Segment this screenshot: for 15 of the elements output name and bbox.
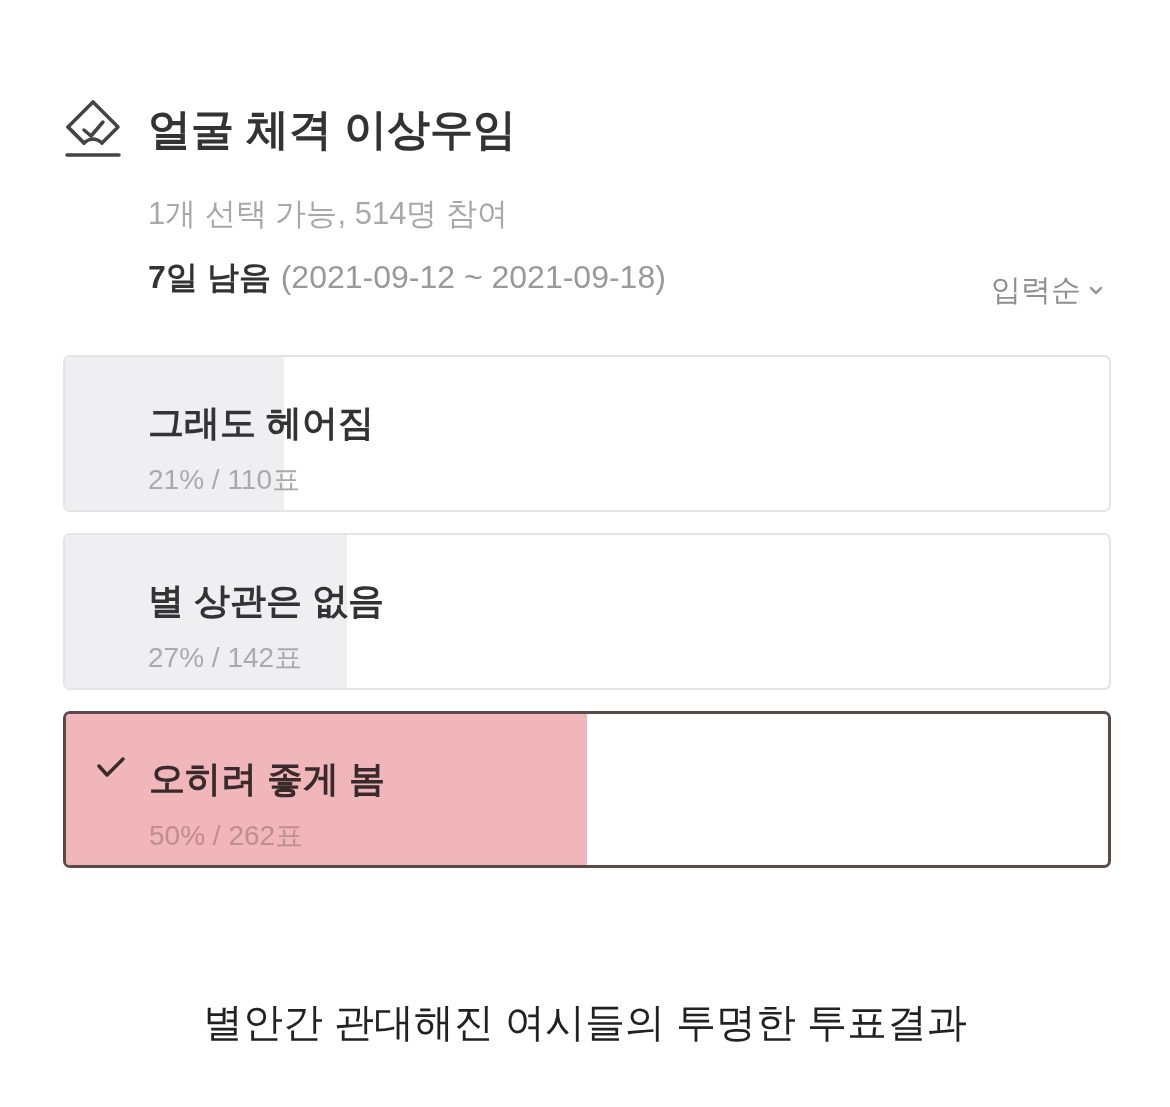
remaining-days: 7일 남음: [148, 256, 271, 298]
option-label: 그래도 헤어짐: [148, 401, 374, 445]
chevron-down-icon: [1089, 285, 1103, 295]
poll-title: 얼굴 체격 이상우임: [148, 104, 516, 155]
caption-text: 별안간 관대해진 여시들의 투명한 투표결과: [202, 999, 968, 1046]
poll-check-icon: [62, 99, 124, 159]
vote-result: 21% / 110표: [148, 463, 301, 497]
poll-option[interactable]: 그래도 헤어짐 21% / 110표: [63, 355, 1111, 512]
vote-result: 27% / 142표: [148, 641, 303, 675]
poll-option[interactable]: 별 상관은 없음 27% / 142표: [63, 533, 1111, 690]
checkmark-icon: [96, 756, 126, 778]
option-label: 오히려 좋게 봄: [149, 757, 385, 801]
option-label: 별 상관은 없음: [148, 579, 384, 623]
poll-period: (2021-09-12 ~ 2021-09-18): [280, 258, 666, 297]
poll-summary: 1개 선택 가능, 514명 참여: [148, 195, 509, 233]
